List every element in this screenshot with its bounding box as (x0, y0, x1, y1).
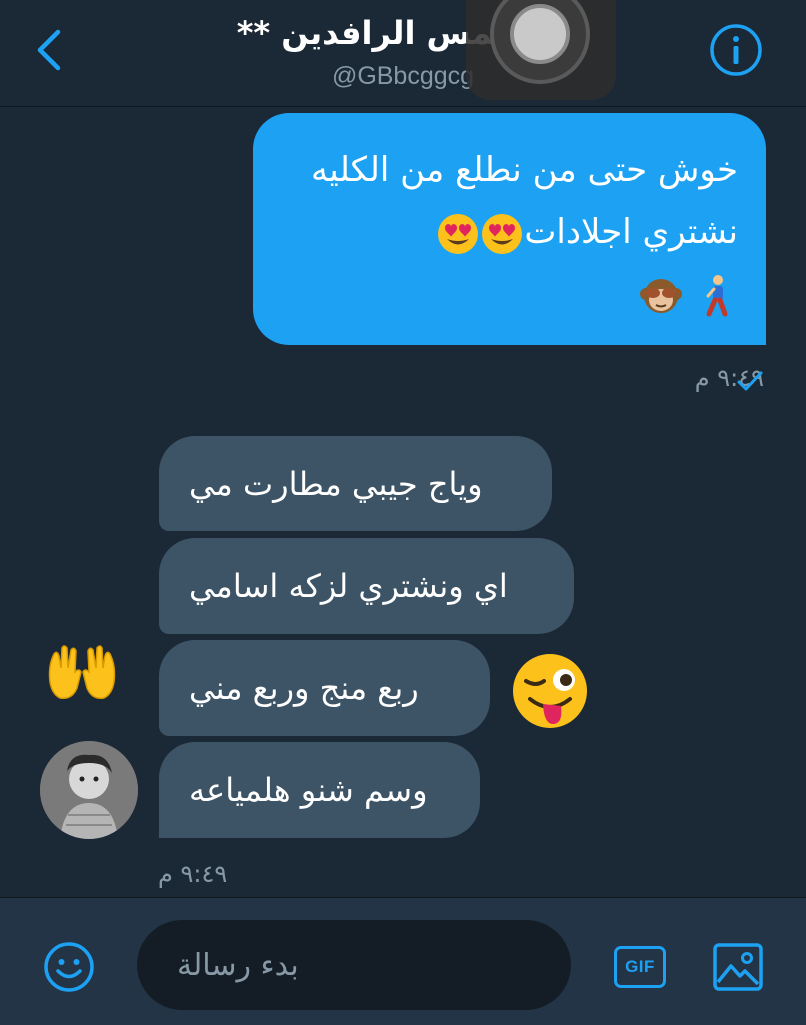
sent-message-line-3 (281, 263, 738, 325)
back-chevron-icon[interactable] (22, 22, 78, 78)
heart-eyes-emoji-icon (482, 213, 523, 254)
assistive-touch-core (510, 4, 570, 64)
walking-person-emoji-icon (706, 274, 728, 316)
sent-message-line-1: خوش حتى من نطلع من الكليه (311, 150, 738, 190)
received-message-text: ربع منج وربع مني (189, 669, 419, 707)
emoji-smiley-icon[interactable] (42, 940, 96, 994)
received-message-text: وسم شنو هلمياعه (189, 771, 428, 809)
received-message-bubble[interactable]: وسم شنو هلمياعه (159, 742, 480, 838)
gif-button[interactable]: GIF (614, 946, 666, 988)
info-icon[interactable] (708, 22, 764, 78)
sent-message-line-2: نشتري اجلادات (281, 201, 738, 263)
sent-message-bubble[interactable]: خوش حتى من نطلع من الكليه نشتري اجلادات (253, 113, 766, 345)
message-input[interactable]: بدء رسالة (137, 920, 571, 1010)
sent-message-line-2-text: نشتري اجلادات (524, 212, 738, 252)
received-message-bubble[interactable]: وياج جيبي مطارت مي (159, 436, 552, 531)
heart-eyes-emoji-icon (438, 213, 479, 254)
raised-hands-emoji-icon (48, 645, 116, 700)
avatar-photo-icon (40, 741, 138, 839)
see-no-evil-monkey-emoji-icon (640, 278, 683, 313)
conversation-header: ** شمس الرافدين ** @GBbcggcg (0, 0, 806, 107)
avatar[interactable] (40, 741, 138, 839)
received-message-text: وياج جيبي مطارت مي (189, 464, 483, 503)
received-message-bubble[interactable]: اي ونشتري لزكه اسامي (159, 538, 574, 634)
message-composer: بدء رسالة GIF (0, 897, 806, 1025)
received-message-time: ٩:٤٩ م (158, 860, 228, 888)
assistive-touch-button[interactable] (466, 0, 616, 100)
delivered-check-icon (737, 371, 763, 391)
winking-tongue-emoji-icon (513, 654, 587, 728)
image-icon[interactable] (712, 942, 764, 992)
received-message-bubble[interactable]: ربع منج وربع مني (159, 640, 490, 736)
received-message-text: اي ونشتري لزكه اسامي (189, 567, 508, 605)
